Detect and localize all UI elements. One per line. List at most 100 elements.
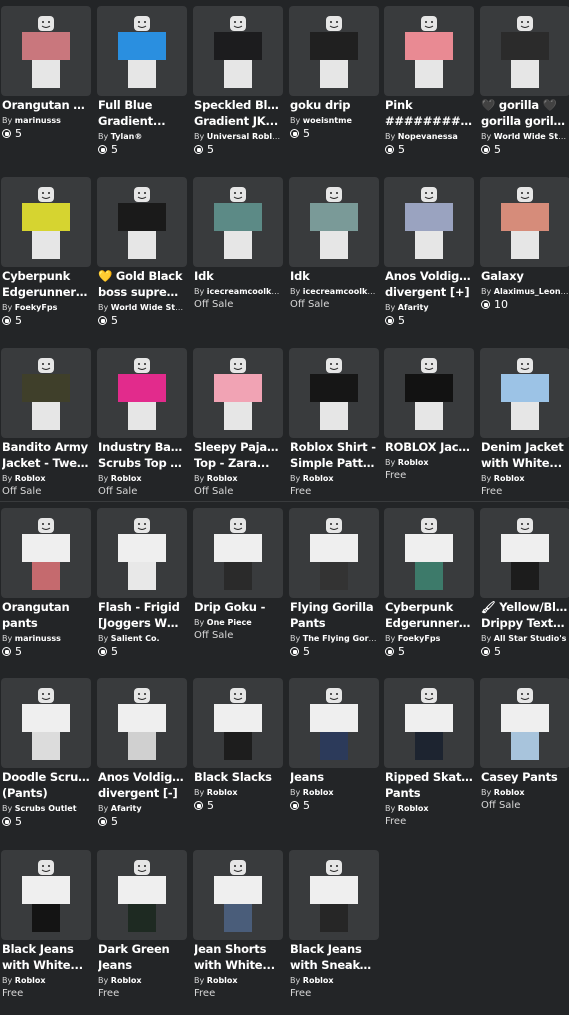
item-thumbnail[interactable] xyxy=(384,6,474,96)
item-thumbnail[interactable] xyxy=(97,6,187,96)
creator-name[interactable]: marinusss xyxy=(15,116,61,125)
item-thumbnail[interactable] xyxy=(97,348,187,438)
catalog-item-card[interactable]: Doodle Scrubs (Pants) By Scrubs Outlet 5 xyxy=(1,678,91,843)
item-thumbnail[interactable] xyxy=(1,508,91,598)
item-thumbnail[interactable] xyxy=(384,678,474,768)
catalog-item-card[interactable]: Jeans By Roblox 5 xyxy=(289,678,379,843)
creator-name[interactable]: icecreamcoolkid5 xyxy=(207,287,282,296)
item-name[interactable]: Jean Shorts with White... xyxy=(194,941,282,973)
item-thumbnail[interactable] xyxy=(1,678,91,768)
creator-name[interactable]: FoekyFps xyxy=(398,634,441,643)
item-name[interactable]: 💛 Gold Black boss supreme... xyxy=(98,268,186,300)
catalog-item-card[interactable]: 🖌 Yellow/Black Drippy Texture... By All St… xyxy=(480,508,569,673)
item-name[interactable]: ROBLOX Jacket xyxy=(385,439,473,455)
catalog-item-card[interactable]: Idk By icecreamcoolkid5 Off Sale xyxy=(193,177,283,342)
creator-name[interactable]: Roblox xyxy=(15,976,46,985)
catalog-item-card[interactable]: Orangutan ShirtBy marinusss5 xyxy=(1,6,91,171)
catalog-item-card[interactable]: Flying Gorilla Pants By The Flying Gorilla… xyxy=(289,508,379,673)
catalog-item-card[interactable]: Anos Voldigoad divergent [+] By Afarity 5 xyxy=(384,177,474,342)
creator-name[interactable]: Roblox xyxy=(494,788,525,797)
item-name[interactable]: Bandito Army Jacket - Twent... xyxy=(2,439,90,471)
item-name[interactable]: goku drip xyxy=(290,97,378,113)
item-thumbnail[interactable] xyxy=(289,6,379,96)
creator-name[interactable]: Roblox xyxy=(303,474,334,483)
item-name[interactable]: Idk xyxy=(194,268,282,284)
item-name[interactable]: Black Jeans with Sneakers xyxy=(290,941,378,973)
item-name[interactable]: Idk xyxy=(290,268,378,284)
item-thumbnail[interactable] xyxy=(480,508,569,598)
item-thumbnail[interactable] xyxy=(1,6,91,96)
creator-name[interactable]: Scrubs Outlet xyxy=(15,804,77,813)
catalog-item-card[interactable]: Cyberpunk Edgerunners... By FoekyFps 5 xyxy=(384,508,474,673)
catalog-item-card[interactable]: Bandito Army Jacket - Twent... By Roblox Of… xyxy=(1,348,91,513)
item-name[interactable]: Cyberpunk Edgerunners... xyxy=(2,268,90,300)
item-thumbnail[interactable] xyxy=(384,177,474,267)
item-name[interactable]: Anos Voldigoad divergent [-] xyxy=(98,769,186,801)
item-thumbnail[interactable] xyxy=(289,177,379,267)
catalog-item-card[interactable]: Ripped Skater Pants By Roblox Free xyxy=(384,678,474,843)
creator-name[interactable]: Afarity xyxy=(398,303,429,312)
item-name[interactable]: Casey Pants xyxy=(481,769,569,785)
item-thumbnail[interactable] xyxy=(193,678,283,768)
catalog-item-card[interactable]: Roblox Shirt - Simple Pattern By Roblox Fre… xyxy=(289,348,379,513)
item-thumbnail[interactable] xyxy=(1,348,91,438)
item-name[interactable]: 🖤 gorilla 🖤 gorilla gorila... xyxy=(481,97,569,129)
item-thumbnail[interactable] xyxy=(289,508,379,598)
creator-name[interactable]: Roblox xyxy=(207,474,238,483)
creator-name[interactable]: marinusss xyxy=(15,634,61,643)
catalog-item-card[interactable]: GalaxyBy Alaximus_Leonid...10 xyxy=(480,177,569,342)
catalog-item-card[interactable]: Pink##############...By Nopevanessa5 xyxy=(384,6,474,171)
item-name[interactable]: Jeans xyxy=(290,769,378,785)
item-name[interactable]: 🖌 Yellow/Black Drippy Texture... xyxy=(481,599,569,631)
catalog-item-card[interactable]: Industry Baby Scrubs Top - Lil... By Roblo… xyxy=(97,348,187,513)
creator-name[interactable]: icecreamcoolkid5 xyxy=(303,287,378,296)
item-thumbnail[interactable] xyxy=(384,508,474,598)
catalog-item-card[interactable]: 💛 Gold Black boss supreme... By World Wide… xyxy=(97,177,187,342)
item-thumbnail[interactable] xyxy=(480,177,569,267)
catalog-item-card[interactable]: ROBLOX Jacket By Roblox Free xyxy=(384,348,474,513)
item-name[interactable]: Doodle Scrubs (Pants) xyxy=(2,769,90,801)
item-thumbnail[interactable] xyxy=(97,850,187,940)
item-name[interactable]: Orangutan Shirt xyxy=(2,97,90,113)
catalog-item-card[interactable]: Casey Pants By Roblox Off Sale xyxy=(480,678,569,843)
item-thumbnail[interactable] xyxy=(384,348,474,438)
catalog-item-card[interactable]: Drip Goku - By One Piece Off Sale xyxy=(193,508,283,673)
creator-name[interactable]: One Piece xyxy=(207,618,252,627)
catalog-item-card[interactable]: Black Jeans with Sneakers By Roblox Free xyxy=(289,850,379,1015)
creator-name[interactable]: World Wide Studi... xyxy=(111,303,186,312)
item-name[interactable]: Speckled Blue Gradient JK... xyxy=(194,97,282,129)
creator-name[interactable]: The Flying Gorilla... xyxy=(303,634,378,643)
catalog-item-card[interactable]: Anos Voldigoad divergent [-] By Afarity 5 xyxy=(97,678,187,843)
item-thumbnail[interactable] xyxy=(97,678,187,768)
catalog-item-card[interactable]: Orangutan pants By marinusss 5 xyxy=(1,508,91,673)
creator-name[interactable]: Roblox xyxy=(398,458,429,467)
creator-name[interactable]: Afarity xyxy=(111,804,142,813)
item-name[interactable]: Flying Gorilla Pants xyxy=(290,599,378,631)
creator-name[interactable]: Roblox xyxy=(398,804,429,813)
creator-name[interactable]: Salient Co. xyxy=(111,634,160,643)
catalog-item-card[interactable]: Speckled Blue Gradient JK... By Universal … xyxy=(193,6,283,171)
catalog-item-card[interactable]: Jean Shorts with White... By Roblox Free xyxy=(193,850,283,1015)
item-thumbnail[interactable] xyxy=(480,678,569,768)
catalog-item-card[interactable]: Black Slacks By Roblox 5 xyxy=(193,678,283,843)
item-name[interactable]: Ripped Skater Pants xyxy=(385,769,473,801)
item-name[interactable]: Orangutan pants xyxy=(2,599,90,631)
item-name[interactable]: Flash - Frigid [Joggers White] xyxy=(98,599,186,631)
item-name[interactable]: Sleepy Pajama Top - Zara... xyxy=(194,439,282,471)
item-thumbnail[interactable] xyxy=(97,508,187,598)
item-thumbnail[interactable] xyxy=(193,850,283,940)
creator-name[interactable]: Roblox xyxy=(494,474,525,483)
item-thumbnail[interactable] xyxy=(1,177,91,267)
creator-name[interactable]: All Star Studio's xyxy=(494,634,567,643)
catalog-item-card[interactable]: Idk By icecreamcoolkid5 Off Sale xyxy=(289,177,379,342)
creator-name[interactable]: Roblox xyxy=(303,976,334,985)
creator-name[interactable]: Universal Roblox ... xyxy=(207,132,282,141)
item-name[interactable]: Full Blue Gradient... xyxy=(98,97,186,129)
item-thumbnail[interactable] xyxy=(193,6,283,96)
item-thumbnail[interactable] xyxy=(289,850,379,940)
item-name[interactable]: Cyberpunk Edgerunners... xyxy=(385,599,473,631)
item-name[interactable]: Pink ##############... xyxy=(385,97,473,129)
catalog-item-card[interactable]: Full Blue Gradient... By Tylan® 5 xyxy=(97,6,187,171)
catalog-item-card[interactable]: Denim Jacket with White... By Roblox Free xyxy=(480,348,569,513)
item-name[interactable]: Dark Green Jeans xyxy=(98,941,186,973)
